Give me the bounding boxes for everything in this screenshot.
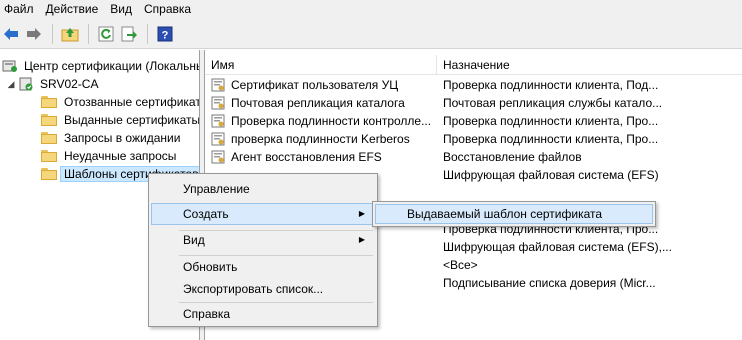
menu-item-export[interactable]: Экспортировать список... <box>151 278 375 300</box>
menu-item-create[interactable]: Создать ▶ <box>151 203 375 225</box>
menu-view[interactable]: Вид <box>104 0 138 19</box>
certificate-template-icon <box>211 78 225 92</box>
help-button[interactable]: ? <box>154 23 176 45</box>
tree-root[interactable]: Центр сертификации (Локальный) <box>2 57 200 75</box>
forward-arrow-icon <box>27 27 41 40</box>
tree-item-pending[interactable]: Запросы в ожидании <box>41 129 183 147</box>
column-header-purpose[interactable]: Назначение <box>437 55 742 75</box>
menu-item-refresh[interactable]: Обновить <box>151 256 375 278</box>
list-header: Имя Назначение <box>205 55 742 75</box>
cell-name-text: Сертификат пользователя УЦ <box>231 78 399 92</box>
tree-node-ca[interactable]: ◢ SRV02-CA <box>6 75 101 93</box>
menu-bar: Файл Действие Вид Справка <box>0 0 742 19</box>
menu-help[interactable]: Справка <box>138 0 197 19</box>
cell-purpose: Восстановление файлов <box>443 150 582 164</box>
ca-root-icon <box>2 60 17 72</box>
cell-purpose: Шифрующая файловая система (EFS),... <box>443 240 672 254</box>
export-list-icon <box>121 26 137 41</box>
tree-item-issued[interactable]: Выданные сертификаты <box>41 111 200 129</box>
svg-text:?: ? <box>162 29 169 41</box>
back-arrow-icon <box>4 27 18 40</box>
cell-purpose: Шифрующая файловая система (EFS) <box>443 168 659 182</box>
tree-item-label: Отозванные сертификаты <box>64 95 200 109</box>
table-row[interactable]: проверка подлинности Kerberos Проверка по… <box>205 130 742 148</box>
menu-item-create-label: Создать <box>183 207 229 221</box>
certificate-template-icon <box>211 96 225 110</box>
cell-name-text: проверка подлинности Kerberos <box>231 132 410 146</box>
toolbar-separator <box>147 23 148 44</box>
cell-purpose: <Все> <box>443 258 478 272</box>
table-row[interactable]: Сертификат пользователя УЦ Проверка подли… <box>205 76 742 94</box>
toolbar-separator <box>52 23 53 44</box>
submenu-arrow-icon: ▶ <box>358 235 365 244</box>
cell-purpose: Подписывание списка доверия (Micr... <box>443 276 656 290</box>
cell-purpose: Проверка подлинности клиента, Под... <box>443 78 659 92</box>
column-header-name[interactable]: Имя <box>205 55 437 75</box>
context-menu: Управление Создать ▶ Вид ▶ Обновить Эксп… <box>148 173 378 327</box>
certificate-template-icon <box>211 132 225 146</box>
back-button[interactable] <box>0 23 22 45</box>
tree-root-label: Центр сертификации (Локальный) <box>24 59 200 73</box>
help-icon: ? <box>157 26 173 41</box>
cell-name-text: Агент восстановления EFS <box>231 150 382 164</box>
menu-file[interactable]: Файл <box>0 0 40 19</box>
collapse-icon[interactable]: ◢ <box>6 79 16 90</box>
cell-name-text: Почтовая репликация каталога <box>231 96 405 110</box>
up-folder-icon <box>61 27 79 41</box>
tree-item-revoked[interactable]: Отозванные сертификаты <box>41 93 200 111</box>
folder-icon <box>41 96 57 108</box>
tree-ca-label: SRV02-CA <box>40 77 99 91</box>
up-button[interactable] <box>59 23 81 45</box>
cell-name: проверка подлинности Kerberos <box>211 130 437 148</box>
menu-item-issued-template[interactable]: Выдаваемый шаблон сертификата <box>375 204 653 224</box>
tree-item-failed[interactable]: Неудачные запросы <box>41 147 179 165</box>
submenu-arrow-icon: ▶ <box>358 209 365 218</box>
toolbar: ? <box>0 19 742 49</box>
cell-purpose: Проверка подлинности клиента, Про... <box>443 132 659 146</box>
cell-purpose: Почтовая репликация службы катало... <box>443 96 663 110</box>
ca-server-icon <box>19 77 33 91</box>
menu-item-view-label: Вид <box>183 233 205 247</box>
folder-icon <box>41 114 57 126</box>
menu-item-help[interactable]: Справка <box>151 303 375 325</box>
toolbar-separator <box>88 23 89 44</box>
forward-button[interactable] <box>23 23 45 45</box>
tree-item-label: Запросы в ожидании <box>64 131 181 145</box>
table-row[interactable]: Проверка подлинности контролле... Проверк… <box>205 112 742 130</box>
table-row[interactable]: Агент восстановления EFS Восстановление ф… <box>205 148 742 166</box>
certificate-template-icon <box>211 150 225 164</box>
export-list-button[interactable] <box>118 23 140 45</box>
folder-icon <box>41 168 57 180</box>
menu-item-view[interactable]: Вид ▶ <box>151 229 375 251</box>
folder-icon <box>41 150 57 162</box>
refresh-icon <box>98 26 114 41</box>
cell-name: Проверка подлинности контролле... <box>211 112 437 130</box>
cell-name-text: Проверка подлинности контролле... <box>231 114 432 128</box>
cell-name: Почтовая репликация каталога <box>211 94 437 112</box>
menu-action[interactable]: Действие <box>40 0 105 19</box>
refresh-button[interactable] <box>95 23 117 45</box>
cell-name: Агент восстановления EFS <box>211 148 437 166</box>
table-row[interactable]: Почтовая репликация каталога Почтовая реп… <box>205 94 742 112</box>
cell-name: Сертификат пользователя УЦ <box>211 76 437 94</box>
create-submenu: Выдаваемый шаблон сертификата <box>372 201 656 227</box>
tree-item-label: Неудачные запросы <box>64 149 177 163</box>
menu-item-manage[interactable]: Управление <box>151 178 375 200</box>
certificate-template-icon <box>211 114 225 128</box>
tree-item-label: Выданные сертификаты <box>64 113 200 127</box>
folder-icon <box>41 132 57 144</box>
cell-purpose: Проверка подлинности клиента, Про... <box>443 114 659 128</box>
